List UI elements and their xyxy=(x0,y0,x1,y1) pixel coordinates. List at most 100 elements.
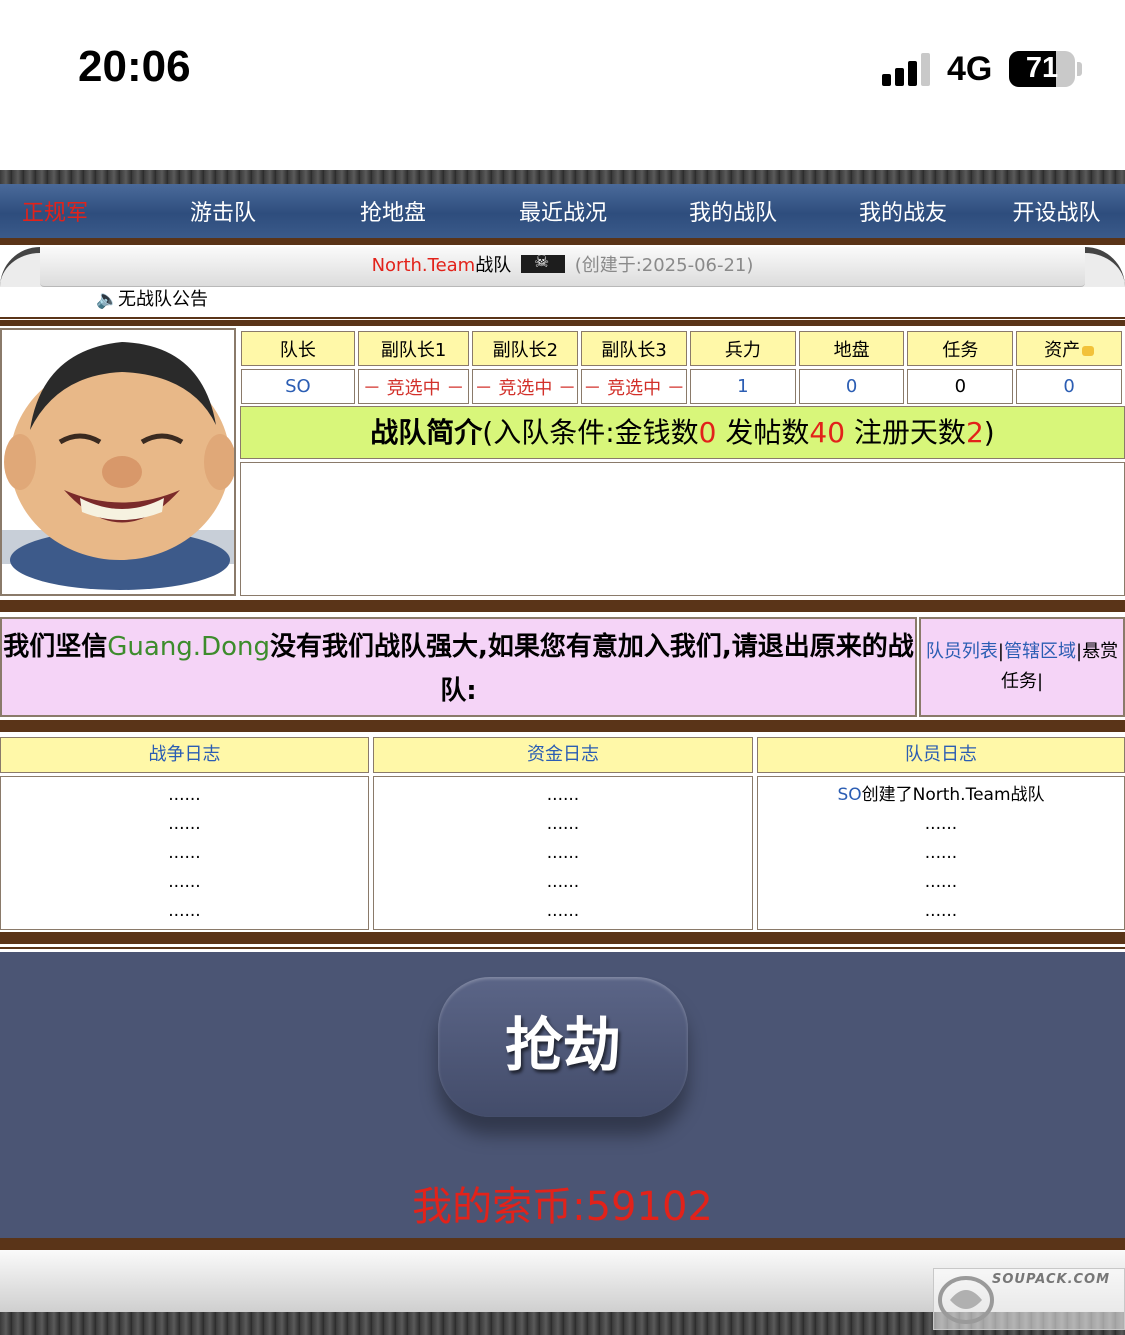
coin-icon xyxy=(1082,345,1095,356)
log-row: ...... xyxy=(168,872,201,892)
nav-guerrilla[interactable]: 游击队 xyxy=(138,195,308,227)
intro-days-label: 注册天数 xyxy=(845,416,966,449)
intro-title: 战队简介 xyxy=(370,416,483,449)
team-name: North.Team xyxy=(371,255,476,276)
header-captain: 队长 xyxy=(241,331,355,366)
funds-log-title[interactable]: 资金日志 xyxy=(373,737,753,773)
battery-icon: 71 xyxy=(1009,51,1075,87)
header-vice-captain-2: 副队长2 xyxy=(472,331,579,366)
log-row: ...... xyxy=(168,901,201,921)
log-user-link[interactable]: SO xyxy=(837,785,861,805)
team-title: North.Team战队 (创建于:2025-06-21) xyxy=(40,251,1085,277)
header-vice-captain-1: 副队长1 xyxy=(357,331,470,366)
nav-border xyxy=(0,238,1125,245)
territory-value[interactable]: 0 xyxy=(798,369,905,404)
war-log-body: ...... ...... ...... ...... ...... xyxy=(0,776,369,930)
log-text: 创建了North.Team战队 xyxy=(861,785,1045,805)
header-territory: 地盘 xyxy=(798,331,905,366)
log-row: ...... xyxy=(546,901,580,921)
nav-regular-army[interactable]: 正规军 xyxy=(0,195,138,227)
recruit-message: 我们坚信Guang.Dong没有我们战队强大,如果您有意加入我们,请退出原来的战… xyxy=(0,617,917,717)
nav-create-team[interactable]: 开设战队 xyxy=(988,195,1125,227)
log-row: ...... xyxy=(924,814,958,834)
nav-my-comrades[interactable]: 我的战友 xyxy=(818,195,988,227)
intro-days: 2 xyxy=(965,416,984,449)
team-banner: North.Team战队 (创建于:2025-06-21) 🔈无战队公告 xyxy=(0,245,1125,317)
rob-button[interactable]: 抢劫 xyxy=(438,977,688,1117)
member-list-link[interactable]: 队员列表 xyxy=(926,641,998,662)
war-log: 战争日志 ...... ...... ...... ...... ...... xyxy=(0,737,369,930)
nav-grab-territory[interactable]: 抢地盘 xyxy=(308,195,478,227)
log-row: ...... xyxy=(168,785,201,805)
my-coins: 我的索币:59102 xyxy=(412,1184,713,1230)
header-troops: 兵力 xyxy=(689,331,796,366)
log-row: SO创建了North.Team战队 xyxy=(758,781,1124,810)
recruit-after: 没有我们战队强大,如果您有意加入我们,请退出原来的战队: xyxy=(269,632,914,706)
notice-text: 无战队公告 xyxy=(118,289,208,310)
team-stats-value-row: SO － 竞选中 － － 竞选中 － － 竞选中 － 1 0 0 0 xyxy=(241,369,1122,404)
log-row: ...... xyxy=(168,814,201,834)
members-log-body: SO创建了North.Team战队 ...... ...... ...... .… xyxy=(757,776,1125,930)
troops-value[interactable]: 1 xyxy=(689,369,796,404)
header-assets: 资产 xyxy=(1016,331,1122,366)
site-watermark: SOUPACK.COM xyxy=(933,1268,1125,1330)
intro-posts: 40 xyxy=(809,416,846,449)
recruit-before: 我们坚信 xyxy=(3,632,108,662)
members-log-title[interactable]: 队员日志 xyxy=(757,737,1125,773)
signal-icon xyxy=(882,52,934,86)
battery-level: 71 xyxy=(1025,52,1059,84)
intro-posts-label: 发帖数 xyxy=(716,416,810,449)
team-notice: 🔈无战队公告 xyxy=(96,285,208,311)
intro-close: ) xyxy=(983,416,995,449)
log-row: ...... xyxy=(546,814,580,834)
team-intro-body xyxy=(240,462,1125,596)
log-row: ...... xyxy=(924,872,958,892)
vice-captain-2-value: － 竞选中 － xyxy=(472,369,579,404)
members-log: 队员日志 SO创建了North.Team战队 ...... ...... ...… xyxy=(757,737,1125,930)
log-row: ...... xyxy=(546,785,580,805)
team-stats-header-row: 队长 副队长1 副队长2 副队长3 兵力 地盘 任务 资产 xyxy=(241,331,1122,366)
log-row: ...... xyxy=(546,872,580,892)
divider xyxy=(0,320,1125,326)
nav-recent-battles[interactable]: 最近战况 xyxy=(478,195,648,227)
divider xyxy=(0,947,1125,949)
pirate-flag-icon xyxy=(520,252,565,273)
vice-captain-1-value: － 竞选中 － xyxy=(357,369,470,404)
divider xyxy=(0,720,1125,732)
tasks-value: 0 xyxy=(907,369,1014,404)
funds-log-body: ...... ...... ...... ...... ...... xyxy=(373,776,753,930)
header-assets-label: 资产 xyxy=(1044,339,1081,361)
intro-money: 0 xyxy=(698,416,717,449)
log-row: ...... xyxy=(546,843,580,863)
territory-link[interactable]: 管辖区域 xyxy=(1004,641,1076,662)
status-time: 20:06 xyxy=(78,42,191,91)
divider xyxy=(0,932,1125,944)
banner-bar: North.Team战队 (创建于:2025-06-21) xyxy=(40,247,1085,287)
header-tasks: 任务 xyxy=(907,331,1014,366)
header-vice-captain-3: 副队长3 xyxy=(581,331,687,366)
speaker-icon: 🔈 xyxy=(96,289,119,310)
log-row: ...... xyxy=(924,901,958,921)
created-date: (创建于:2025-06-21) xyxy=(574,255,754,276)
vice-captain-3-value: － 竞选中 － xyxy=(581,369,687,404)
intro-cond-prefix: (入队条件:金钱数 xyxy=(482,416,699,449)
status-bar: 20:06 4G 71 xyxy=(0,0,1125,170)
team-intro-heading: 战队简介(入队条件:金钱数0 发帖数40 注册天数2) xyxy=(240,406,1125,459)
network-type: 4G xyxy=(947,50,993,88)
funds-log: 资金日志 ...... ...... ...... ...... ...... xyxy=(373,737,753,930)
log-row: ...... xyxy=(168,843,201,863)
assets-value[interactable]: 0 xyxy=(1016,369,1122,404)
team-avatar xyxy=(0,328,236,596)
caricature-avatar xyxy=(2,330,234,594)
captain-link[interactable]: SO xyxy=(241,369,355,404)
main-nav: 正规军 游击队 抢地盘 最近战况 我的战队 我的战友 开设战队 xyxy=(0,184,1125,238)
footer-border xyxy=(0,1238,1125,1250)
nav-my-team[interactable]: 我的战队 xyxy=(648,195,818,227)
divider xyxy=(0,317,1125,319)
team-suffix: 战队 xyxy=(475,255,512,276)
recruit-links: 队员列表|管辖区域|悬赏任务| xyxy=(919,617,1125,717)
war-log-title[interactable]: 战争日志 xyxy=(0,737,369,773)
watermark-logo-icon xyxy=(938,1276,994,1324)
watermark-text: SOUPACK.COM xyxy=(992,1272,1111,1287)
battery-tip xyxy=(1077,62,1082,76)
